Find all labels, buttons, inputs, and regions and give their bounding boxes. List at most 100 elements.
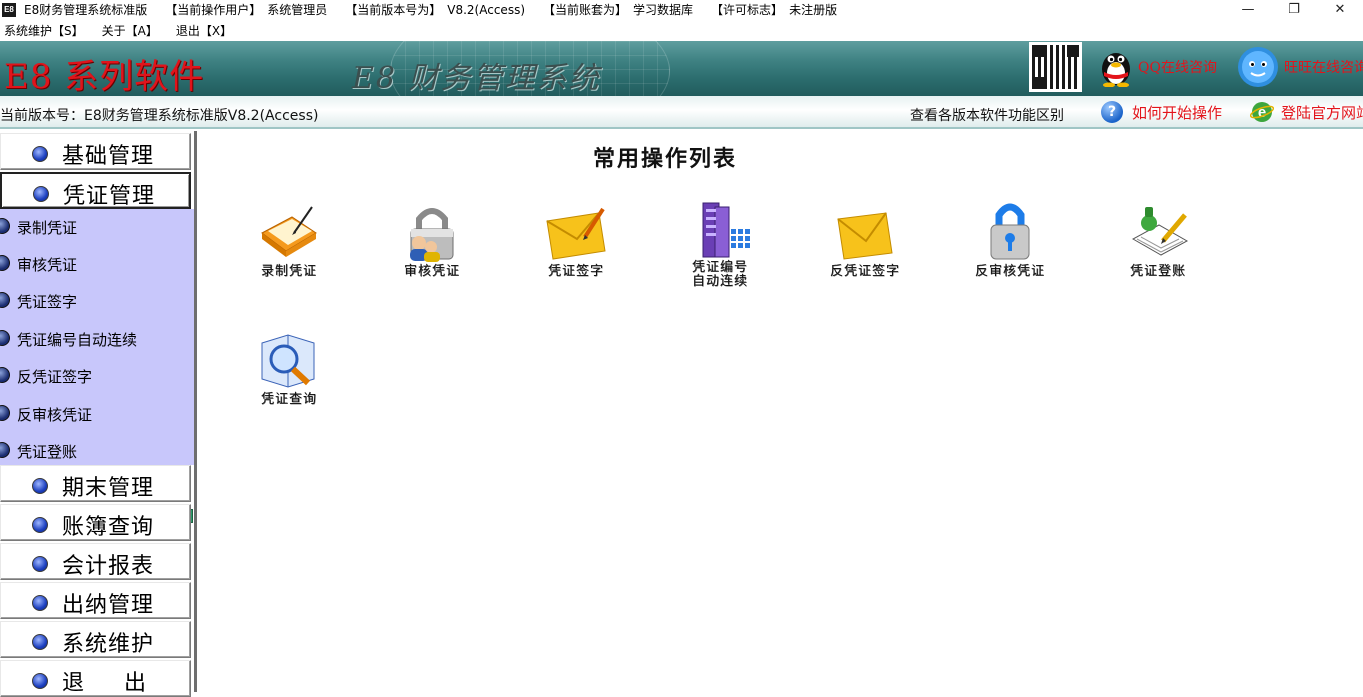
official-site-link[interactable]: 登陆官方网站 — [1281, 102, 1363, 123]
app-name: E8财务管理系统标准版 — [24, 3, 148, 17]
header-banner: E8 系列软件 E8 财务管理系统 QQ在线咨询 旺旺在线咨询 — [0, 41, 1363, 96]
subitem-auto-number[interactable]: 凭证编号自动连续 — [0, 325, 180, 353]
op-unaudit-voucher[interactable]: 反审核凭证 — [955, 201, 1065, 301]
main-panel: 常用操作列表 录制凭证 审核凭证 凭证签字 凭证编号 自动连续 反凭证签字 反审… — [197, 131, 1363, 692]
qq-penguin-icon[interactable] — [1098, 45, 1134, 87]
subitem-unaudit-voucher[interactable]: 反审核凭证 — [0, 400, 180, 428]
bullet-icon — [0, 330, 10, 346]
subitem-audit-voucher[interactable]: 审核凭证 — [0, 250, 180, 278]
bullet-icon — [0, 255, 10, 271]
op-post-ledger[interactable]: 凭证登账 — [1103, 201, 1213, 301]
category-label: 系统维护 — [62, 632, 155, 657]
category-ledger-query[interactable]: 账簿查询 — [0, 504, 191, 541]
unaudit-lock-icon — [990, 203, 1030, 260]
restore-button[interactable]: ❐ — [1271, 0, 1317, 19]
info-bar: 当前版本号：E8财务管理系统标准版V8.2(Access) 查看各版本软件功能区… — [0, 96, 1363, 129]
category-label: 账簿查询 — [62, 515, 155, 540]
bullet-icon — [32, 517, 48, 533]
brand-logo: E8 系列软件 — [4, 57, 205, 96]
op-audit-voucher[interactable]: 审核凭证 — [377, 203, 487, 303]
subitem-label: 录制凭证 — [17, 219, 78, 237]
current-version: 【当前版本号为】 V8.2(Access) — [345, 3, 526, 17]
subitem-record-voucher[interactable]: 录制凭证 — [0, 213, 180, 241]
product-title: E8 财务管理系统 — [352, 61, 601, 96]
bullet-icon — [0, 292, 10, 308]
bullet-icon — [32, 634, 48, 650]
bullet-icon — [32, 673, 48, 689]
unsign-envelope-icon — [837, 212, 893, 260]
close-button[interactable]: ✕ — [1317, 0, 1363, 19]
menu-exit[interactable]: 退出【X】 — [176, 22, 232, 39]
compare-versions-link[interactable]: 查看各版本软件功能区别 — [910, 105, 1064, 125]
help-icon[interactable]: ? — [1101, 101, 1123, 123]
op-query-voucher[interactable]: 凭证查询 — [234, 329, 344, 429]
post-ledger-icon — [1131, 207, 1189, 256]
category-accounting-reports[interactable]: 会计报表 — [0, 543, 191, 580]
category-basic-management[interactable]: 基础管理 — [0, 133, 191, 170]
audit-lock-icon — [410, 208, 454, 262]
op-label: 凭证查询 — [260, 392, 317, 407]
subitem-unsign-voucher[interactable]: 反凭证签字 — [0, 362, 180, 390]
bullet-icon — [0, 442, 10, 458]
minimize-button[interactable]: — — [1225, 0, 1271, 19]
panel-title: 常用操作列表 — [593, 146, 738, 172]
subitem-label: 审核凭证 — [17, 256, 78, 274]
qq-consult-link[interactable]: QQ在线咨询 — [1138, 57, 1217, 77]
voucher-submenu: 录制凭证 审核凭证 凭证签字 凭证编号自动连续 反凭证签字 反审核凭证 凭证登账 — [0, 209, 194, 523]
subitem-label: 凭证登账 — [17, 443, 78, 461]
menu-bar: 系统维护【S】 关于【A】 退出【X】 — [0, 19, 1363, 41]
op-label: 审核凭证 — [403, 264, 460, 279]
sidebar: 基础管理 凭证管理 录制凭证 审核凭证 凭证签字 凭证编号自动连续 反凭证签字 … — [0, 131, 197, 697]
op-label: 录制凭证 — [260, 264, 317, 279]
op-unsign-voucher[interactable]: 反凭证签字 — [810, 203, 920, 303]
menu-about[interactable]: 关于【A】 — [102, 22, 158, 39]
category-system-maintenance[interactable]: 系统维护 — [0, 621, 191, 658]
bullet-icon — [32, 146, 48, 162]
query-magnifier-icon — [261, 334, 315, 388]
app-icon: E8 — [2, 2, 16, 17]
subitem-label: 凭证编号自动连续 — [17, 331, 138, 349]
op-label: 凭证编号 自动连续 — [691, 260, 748, 289]
bullet-icon — [0, 405, 10, 421]
window-controls: — ❐ ✕ — [1225, 0, 1363, 19]
subitem-sign-voucher[interactable]: 凭证签字 — [0, 287, 180, 315]
license-flag: 【许可标志】 未注册版 — [711, 3, 838, 17]
current-account: 【当前账套为】 学习数据库 — [543, 3, 694, 17]
current-user: 【当前操作用户】 系统管理员 — [165, 3, 328, 17]
menu-system-maintenance[interactable]: 系统维护【S】 — [4, 22, 84, 39]
bullet-icon — [0, 218, 10, 234]
category-label: 会计报表 — [62, 554, 155, 579]
bullet-icon — [0, 367, 10, 383]
bullet-icon — [32, 556, 48, 572]
title-bar: E8 E8财务管理系统标准版 【当前操作用户】 系统管理员 【当前版本号为】 V8.… — [0, 0, 1363, 19]
category-label: 退出 — [62, 671, 187, 696]
subitem-label: 凭证签字 — [17, 293, 78, 311]
op-label: 凭证登账 — [1129, 264, 1186, 279]
bullet-icon — [32, 595, 48, 611]
record-voucher-icon — [261, 206, 317, 257]
chat-bubble-icon[interactable] — [1236, 45, 1280, 89]
version-info: 当前版本号：E8财务管理系统标准版V8.2(Access) — [0, 108, 319, 124]
op-label: 反凭证签字 — [829, 264, 900, 279]
bullet-icon — [33, 186, 49, 202]
browser-e-icon[interactable]: e — [1250, 100, 1274, 124]
op-sign-voucher[interactable]: 凭证签字 — [521, 203, 631, 303]
op-record-voucher[interactable]: 录制凭证 — [234, 203, 344, 303]
subitem-post-ledger[interactable]: 凭证登账 — [0, 437, 180, 465]
category-cashier[interactable]: 出纳管理 — [0, 582, 191, 619]
op-label: 反审核凭证 — [974, 264, 1045, 279]
category-label: 出纳管理 — [62, 593, 155, 618]
auto-number-icon — [702, 202, 750, 258]
wangwang-consult-link[interactable]: 旺旺在线咨询 — [1284, 57, 1363, 77]
category-exit[interactable]: 退出 — [0, 660, 191, 697]
category-label: 基础管理 — [62, 144, 155, 169]
category-voucher-management[interactable]: 凭证管理 — [0, 172, 191, 209]
category-period-end[interactable]: 期末管理 — [0, 465, 191, 502]
sign-envelope-icon — [546, 207, 606, 260]
op-label: 凭证签字 — [547, 264, 604, 279]
subitem-label: 反凭证签字 — [17, 368, 93, 386]
subitem-label: 反审核凭证 — [17, 406, 93, 424]
how-to-start-link[interactable]: 如何开始操作 — [1132, 102, 1222, 123]
category-label: 期末管理 — [62, 476, 155, 501]
op-auto-number[interactable]: 凭证编号 自动连续 — [665, 201, 775, 301]
